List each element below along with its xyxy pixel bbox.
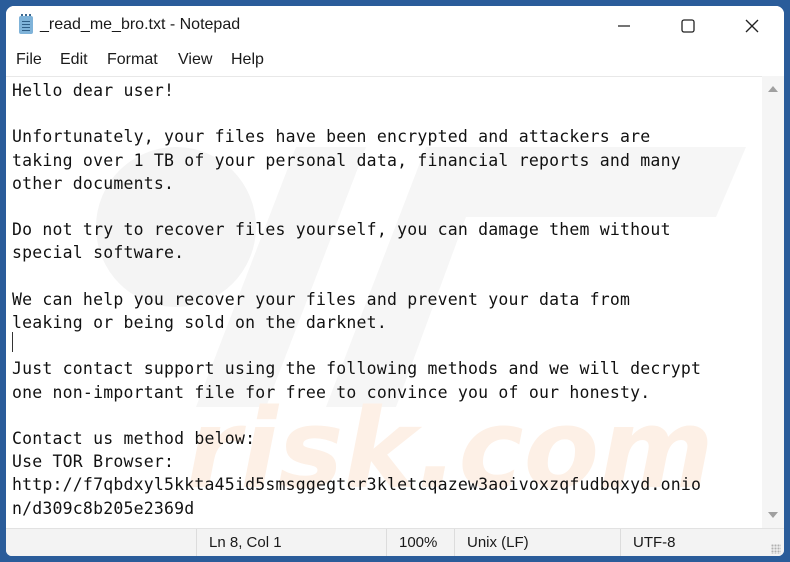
minimize-button[interactable] <box>594 6 654 46</box>
text-line <box>12 265 701 288</box>
notepad-window: _read_me_bro.txt - Notepad File Edit For… <box>6 6 784 556</box>
text-line: Just contact support using the following… <box>12 359 702 379</box>
status-bar: Ln 8, Col 1 100% Unix (LF) UTF-8 <box>6 528 784 556</box>
close-button[interactable] <box>722 6 782 46</box>
text-line: Unfortunately, your files have been encr… <box>12 127 651 147</box>
menu-file[interactable]: File <box>16 51 42 69</box>
text-line <box>12 404 701 427</box>
title-bar[interactable]: _read_me_bro.txt - Notepad <box>6 6 784 46</box>
notepad-icon <box>19 14 33 34</box>
vertical-scrollbar[interactable] <box>762 76 784 528</box>
close-icon <box>745 19 759 33</box>
text-line: n/d309c8b205e2369d <box>12 498 195 518</box>
text-line: leaking or being sold on the darknet. <box>12 313 387 333</box>
text-line <box>12 195 701 218</box>
text-line: Hello dear user! <box>12 81 175 100</box>
scroll-up-icon[interactable] <box>768 86 778 92</box>
scroll-down-icon[interactable] <box>768 512 778 518</box>
text-line: Contact us method below: <box>12 429 256 449</box>
menu-bar: File Edit Format View Help <box>6 46 784 76</box>
document-text: Hello dear user! Unfortunately, your fil… <box>12 79 701 520</box>
status-line-ending: Unix (LF) <box>454 529 620 556</box>
text-line: taking over 1 TB of your personal data, … <box>12 150 681 170</box>
text-line: one non-important file for free to convi… <box>12 382 651 402</box>
resize-grip-icon[interactable] <box>771 544 781 554</box>
status-position: Ln 8, Col 1 <box>196 529 386 556</box>
maximize-button[interactable] <box>658 6 718 46</box>
text-line: We can help you recover your files and p… <box>12 289 631 309</box>
text-line: http://f7qbdxyl5kkta45id5smsggegtcr3klet… <box>12 475 702 495</box>
text-line: special software. <box>12 243 185 263</box>
maximize-icon <box>681 19 695 33</box>
menu-help[interactable]: Help <box>231 51 264 69</box>
menu-edit[interactable]: Edit <box>60 51 88 69</box>
menu-format[interactable]: Format <box>107 51 158 69</box>
status-encoding: UTF-8 <box>620 529 784 556</box>
text-line: Use TOR Browser: <box>12 452 175 472</box>
menu-view[interactable]: View <box>178 51 212 69</box>
window-title: _read_me_bro.txt - Notepad <box>40 16 241 33</box>
text-line <box>12 102 701 125</box>
minimize-icon <box>618 25 630 27</box>
status-zoom: 100% <box>386 529 454 556</box>
text-caret <box>12 332 13 352</box>
text-line: other documents. <box>12 173 175 193</box>
text-line: Do not try to recover files yourself, yo… <box>12 220 671 240</box>
text-editor[interactable]: risk.com Hello dear user! Unfortunately,… <box>6 76 762 529</box>
text-line <box>12 334 701 357</box>
